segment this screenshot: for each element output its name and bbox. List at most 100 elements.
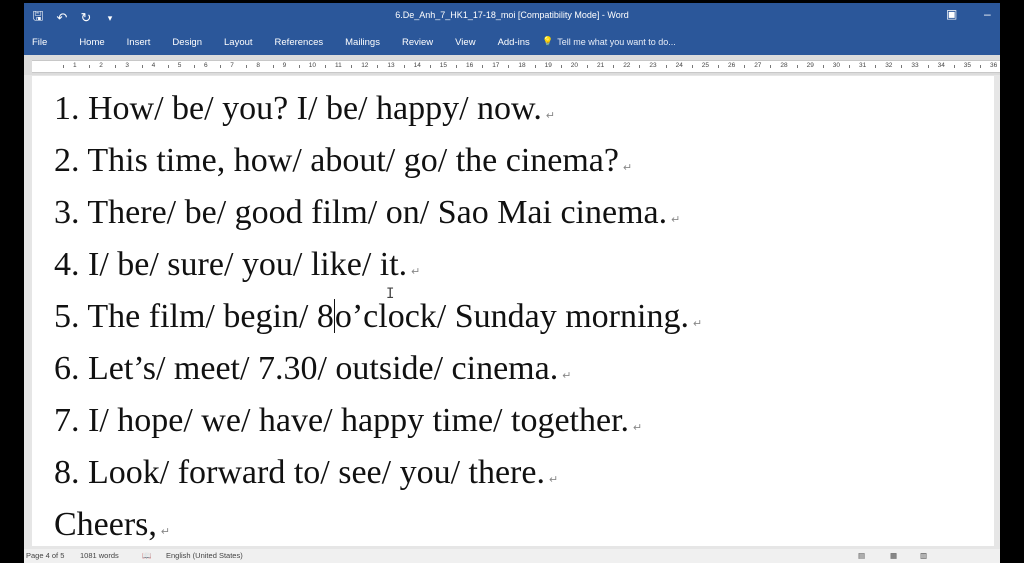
status-bar: Page 4 of 5 1081 words 📖 English (United…: [24, 549, 1000, 563]
language[interactable]: English (United States): [166, 551, 243, 560]
ruler-number: 32: [885, 62, 893, 69]
ruler-tick: [717, 65, 719, 68]
tell-me-box[interactable]: 💡 Tell me what you want to do...: [542, 36, 676, 47]
read-mode-icon[interactable]: ▤: [858, 551, 865, 560]
document-line: 4. I/ be/ sure/ you/ like/ it. ↵: [54, 246, 421, 283]
ruler-number: 1: [73, 62, 77, 69]
ruler-number: 30: [832, 62, 841, 69]
ruler-tick: [377, 65, 379, 68]
ruler-strip: 1 2 3 4 5 6 7 8 9 10 11 12 13 14 15 16 17 18 19 20 21 22 23 24 2…: [32, 60, 1000, 73]
document-title: 6.De_Anh_7_HK1_17-18_moi [Compatibility …: [395, 10, 629, 20]
ribbon-tabs: File Home Insert Design Layout Reference…: [24, 31, 1000, 55]
paragraph-mark: ↵: [548, 474, 559, 486]
ruler-tick: [848, 65, 850, 68]
tab-mailings[interactable]: Mailings: [345, 37, 380, 48]
ruler-number: 9: [282, 62, 287, 69]
ruler-number: 16: [466, 62, 474, 69]
ribbon-display-options-icon[interactable]: ▣: [946, 7, 957, 21]
word-window: 🖫 ↶ ↻ ▾ 6.De_Anh_7_HK1_17-18_moi [Compat…: [24, 3, 1000, 563]
ruler-tick: [298, 65, 300, 68]
ruler-number: 23: [649, 62, 657, 69]
ruler-number: 18: [518, 62, 526, 69]
ruler-tick: [979, 65, 981, 68]
ruler-tick: [89, 65, 91, 68]
ruler-tick: [429, 65, 431, 68]
ruler-number: 27: [754, 62, 762, 69]
ruler-tick: [167, 65, 169, 68]
tab-view[interactable]: View: [455, 37, 475, 48]
ruler-number: 17: [492, 62, 500, 69]
ruler-tick: [691, 65, 693, 68]
tab-design[interactable]: Design: [172, 37, 202, 48]
tab-references[interactable]: References: [275, 37, 324, 48]
tab-layout[interactable]: Layout: [224, 37, 253, 48]
ruler-tick: [403, 65, 405, 68]
ruler-number: 4: [151, 62, 156, 69]
ruler-number: 19: [544, 62, 552, 69]
document-line: 7. I/ hope/ we/ have/ happy time/ togeth…: [54, 402, 643, 439]
ruler-tick: [770, 65, 772, 68]
paragraph-mark: ↵: [671, 214, 681, 226]
paragraph-mark: ↵: [160, 526, 171, 538]
ruler-number: 29: [806, 62, 814, 69]
ruler-number: 13: [387, 62, 395, 69]
ruler-tick: [534, 65, 536, 68]
ruler-number: 11: [335, 62, 342, 69]
ruler-number: 20: [570, 62, 579, 69]
ruler-tick: [115, 65, 117, 68]
ruler-tick: [193, 65, 195, 68]
page-count[interactable]: Page 4 of 5: [26, 551, 64, 560]
tab-insert[interactable]: Insert: [127, 37, 151, 48]
ruler-tick: [62, 65, 64, 68]
ruler-number: 21: [597, 62, 605, 69]
ibeam-cursor-icon: I: [386, 286, 395, 302]
minimize-icon[interactable]: –: [984, 7, 991, 21]
ruler-tick: [822, 65, 824, 68]
document-line: 5. The film/ begin/ 8o’clock/ Sunday mor…: [54, 298, 703, 335]
print-layout-icon[interactable]: ▦: [890, 551, 897, 560]
document-page[interactable]: 1. How/ be/ you? I/ be/ happy/ now. ↵ 2. …: [32, 76, 994, 546]
ruler-tick: [508, 65, 510, 68]
ruler-tick: [455, 65, 457, 68]
horizontal-ruler[interactable]: 1 2 3 4 5 6 7 8 9 10 11 12 13 14 15 16 17 18 19 20 21 22 23 24 2…: [24, 55, 1000, 75]
proofing-icon[interactable]: 📖: [142, 551, 151, 560]
paragraph-mark: ↵: [692, 318, 703, 330]
ruler-tick: [246, 65, 248, 68]
tab-add-ins[interactable]: Add-ins: [498, 37, 530, 48]
ruler-tick: [927, 65, 929, 68]
ruler-number: 15: [439, 62, 448, 69]
document-line: 8. Look/ forward to/ see/ you/ there. ↵: [54, 454, 559, 491]
ruler-tick: [639, 65, 641, 68]
ruler-tick: [953, 65, 955, 68]
ruler-number: 33: [911, 62, 919, 69]
tab-home[interactable]: Home: [79, 37, 104, 48]
document-line: Cheers, ↵: [54, 506, 171, 543]
word-count[interactable]: 1081 words: [80, 551, 119, 560]
web-layout-icon[interactable]: ▥: [920, 551, 927, 560]
ruler-tick: [744, 65, 746, 68]
ruler-number: 31: [859, 62, 867, 69]
tab-file[interactable]: File: [32, 37, 47, 48]
ruler-tick: [665, 65, 667, 68]
document-line: 2. This time, how/ about/ go/ the cinema…: [54, 142, 633, 179]
ruler-tick: [272, 65, 274, 68]
ruler-number: 6: [204, 62, 208, 69]
ruler-number: 10: [308, 62, 317, 69]
document-line: 6. Let’s/ meet/ 7.30/ outside/ cinema. ↵: [54, 350, 572, 387]
ruler-tick: [220, 65, 222, 68]
paragraph-mark: ↵: [562, 370, 572, 382]
ruler-number: 26: [728, 62, 736, 69]
ruler-number: 28: [780, 62, 788, 69]
paragraph-mark: ↵: [545, 110, 556, 122]
title-bar: 🖫 ↶ ↻ ▾ 6.De_Anh_7_HK1_17-18_moi [Compat…: [24, 3, 1000, 31]
ruler-number: 36: [990, 62, 998, 69]
ruler-number: 12: [361, 62, 369, 69]
ruler-number: 25: [701, 62, 710, 69]
ruler-number: 5: [177, 62, 182, 69]
lightbulb-icon: 💡: [542, 36, 554, 46]
document-body[interactable]: 1. How/ be/ you? I/ be/ happy/ now. ↵ 2. …: [54, 83, 702, 551]
ruler-number: 14: [413, 62, 421, 69]
ruler-tick: [351, 65, 353, 68]
tab-review[interactable]: Review: [402, 37, 433, 48]
ruler-number: 24: [675, 62, 683, 69]
